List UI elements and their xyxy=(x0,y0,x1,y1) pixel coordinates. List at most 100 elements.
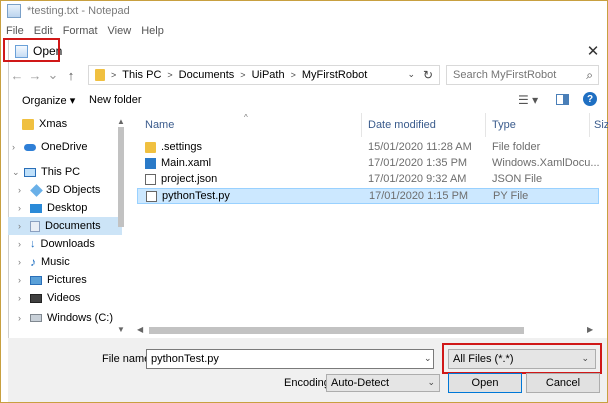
chevron-right-icon[interactable]: › xyxy=(18,221,30,231)
sidebar-item-downloads[interactable]: › ↓ Downloads xyxy=(18,235,122,253)
file-row-main-xaml[interactable]: Main.xaml 17/01/2020 1:35 PM Windows.Xam… xyxy=(137,156,600,172)
horizontal-scrollbar-thumb[interactable] xyxy=(149,327,524,334)
new-folder-button[interactable]: New folder xyxy=(89,94,142,106)
breadcrumb-this-pc[interactable]: This PC xyxy=(122,69,161,81)
chevron-right-icon[interactable]: › xyxy=(18,203,30,213)
sidebar-item-windows-c[interactable]: › Windows (C:) xyxy=(18,309,122,327)
chevron-right-icon[interactable]: › xyxy=(18,275,30,285)
organize-button[interactable]: Organize ▾ xyxy=(22,94,75,107)
sidebar-item-videos[interactable]: › Videos xyxy=(18,289,122,307)
folder-icon xyxy=(145,141,156,153)
chevron-down-icon[interactable]: ⌄ xyxy=(427,377,435,388)
nav-pane-scrollbar-thumb[interactable] xyxy=(118,127,124,227)
file-type: File folder xyxy=(492,141,541,153)
column-divider[interactable] xyxy=(361,113,362,137)
file-name-input[interactable] xyxy=(146,349,434,369)
computer-icon xyxy=(24,167,36,177)
sidebar-item-music[interactable]: › ♪ Music xyxy=(18,253,122,271)
sidebar-item-this-pc[interactable]: ⌄ This PC xyxy=(12,163,122,181)
column-header-date[interactable]: Date modified xyxy=(368,119,436,131)
videos-icon xyxy=(30,293,42,303)
file-row-project-json[interactable]: project.json 17/01/2020 9:32 AM JSON Fil… xyxy=(137,172,599,188)
search-input[interactable] xyxy=(453,69,581,81)
folder-icon xyxy=(95,69,105,81)
breadcrumb-documents[interactable]: Documents xyxy=(179,69,235,81)
chevron-right-icon[interactable]: › xyxy=(12,142,24,152)
chevron-right-icon[interactable]: › xyxy=(18,239,30,249)
breadcrumb-separator[interactable]: > xyxy=(291,70,296,80)
file-name-cell: Main.xaml xyxy=(145,157,211,169)
column-header-type[interactable]: Type xyxy=(492,119,516,131)
column-divider[interactable] xyxy=(589,113,590,137)
chevron-down-icon[interactable]: ⌄ xyxy=(407,69,415,80)
menu-view[interactable]: View xyxy=(103,25,137,37)
file-date: 15/01/2020 11:28 AM xyxy=(368,141,472,153)
file-date: 17/01/2020 1:35 PM xyxy=(368,157,468,169)
refresh-icon[interactable]: ↻ xyxy=(423,68,433,82)
view-options-icon[interactable]: ☰ ▾ xyxy=(518,93,538,107)
menu-edit[interactable]: Edit xyxy=(29,25,58,37)
sidebar-item-label: Videos xyxy=(47,292,81,304)
sidebar-item-label: 3D Objects xyxy=(46,184,101,196)
breadcrumb-myfirstrobot[interactable]: MyFirstRobot xyxy=(302,69,367,81)
column-header-name[interactable]: Name xyxy=(145,119,174,131)
file-list-horizontal-scrollbar[interactable]: ◀ ▶ xyxy=(137,324,599,336)
file-list-header: ^ Name Date modified Type Siz xyxy=(137,113,608,137)
chevron-down-icon[interactable]: ⌄ xyxy=(12,167,24,178)
sidebar-item-desktop[interactable]: › Desktop xyxy=(18,199,122,217)
file-name: .settings xyxy=(161,141,202,153)
sidebar-item-3d-objects[interactable]: › 3D Objects xyxy=(18,181,122,199)
back-arrow-icon[interactable]: ← xyxy=(8,65,26,85)
menu-format[interactable]: Format xyxy=(58,25,103,37)
scroll-up-icon[interactable]: ▲ xyxy=(117,117,125,126)
scroll-down-icon[interactable]: ▼ xyxy=(117,325,125,334)
sidebar-item-pictures[interactable]: › Pictures xyxy=(18,271,122,289)
open-button[interactable]: Open xyxy=(448,373,522,393)
cancel-button[interactable]: Cancel xyxy=(526,373,600,393)
breadcrumb-separator[interactable]: > xyxy=(240,70,245,80)
file-name-cell: project.json xyxy=(145,173,217,185)
file-row-python-test[interactable]: pythonTest.py 17/01/2020 1:15 PM PY File xyxy=(137,188,599,204)
menu-file[interactable]: File xyxy=(1,25,29,37)
address-bar[interactable]: > This PC > Documents > UiPath > MyFirst… xyxy=(88,65,440,85)
encoding-select[interactable]: Auto-Detect ⌄ xyxy=(326,374,440,392)
sidebar-item-xmas[interactable]: Xmas xyxy=(22,115,122,133)
breadcrumb-uipath[interactable]: UiPath xyxy=(252,69,285,81)
desktop-icon xyxy=(30,203,42,213)
forward-arrow-icon[interactable]: → xyxy=(26,65,44,85)
file-row-settings[interactable]: .settings 15/01/2020 11:28 AM File folde… xyxy=(137,140,599,156)
menu-help[interactable]: Help xyxy=(136,25,169,37)
search-icon[interactable]: ⌕ xyxy=(586,68,593,83)
up-arrow-icon[interactable]: ↑ xyxy=(62,65,80,85)
sort-ascending-icon: ^ xyxy=(244,113,248,122)
chevron-right-icon[interactable]: › xyxy=(18,293,30,303)
sidebar-item-onedrive[interactable]: › OneDrive xyxy=(12,138,122,156)
file-name-cell: .settings xyxy=(145,141,202,153)
column-header-size[interactable]: Siz xyxy=(594,119,608,131)
encoding-value: Auto-Detect xyxy=(331,377,390,389)
preview-pane-icon[interactable] xyxy=(556,94,569,105)
close-icon[interactable]: ✕ xyxy=(584,42,602,60)
file-type: JSON File xyxy=(492,173,543,185)
file-type: Windows.XamlDocu... xyxy=(492,157,600,169)
annotation-highlight-title xyxy=(3,38,60,62)
help-icon[interactable]: ? xyxy=(583,92,597,106)
scroll-right-icon[interactable]: ▶ xyxy=(587,325,593,334)
sidebar-item-label: Music xyxy=(41,256,70,268)
chevron-right-icon[interactable]: › xyxy=(18,185,30,195)
scroll-left-icon[interactable]: ◀ xyxy=(137,325,143,334)
xaml-file-icon xyxy=(145,157,156,169)
sidebar-item-label: This PC xyxy=(41,166,81,178)
breadcrumb-separator[interactable]: > xyxy=(167,70,172,80)
sidebar-item-documents[interactable]: › Documents xyxy=(8,217,122,235)
column-divider[interactable] xyxy=(485,113,486,137)
folder-icon xyxy=(22,118,34,130)
notepad-icon xyxy=(7,4,21,18)
breadcrumb-separator[interactable]: > xyxy=(111,70,116,80)
chevron-right-icon[interactable]: › xyxy=(18,257,30,267)
chevron-down-icon[interactable]: ⌄ xyxy=(424,353,432,364)
file-name: project.json xyxy=(161,173,218,185)
documents-icon xyxy=(30,220,40,232)
recent-locations-icon[interactable]: ⌄ xyxy=(44,65,62,85)
chevron-right-icon[interactable]: › xyxy=(18,313,30,323)
